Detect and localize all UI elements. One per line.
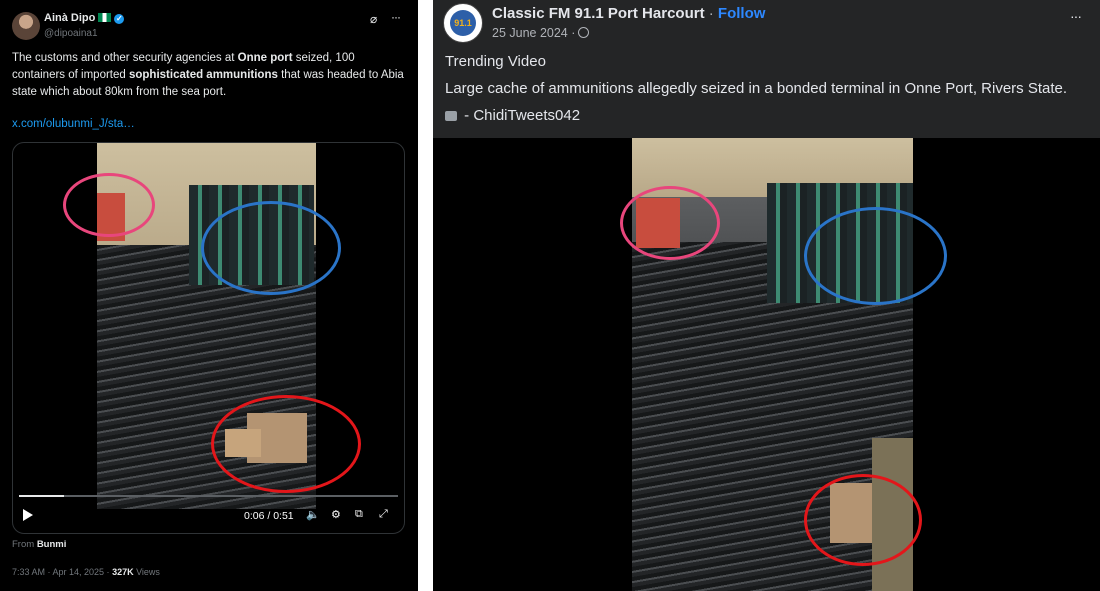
post-text-part: The customs and other security agencies … (12, 52, 238, 64)
post-text: The customs and other security agencies … (12, 50, 407, 101)
annotation-circle-red (211, 395, 361, 493)
pip-icon[interactable]: ⧉ (355, 508, 363, 521)
source-attribution: From Bunmi (12, 539, 66, 550)
x-post: Ainà Dipo ✓ @dipoaina1 ⌀ ··· The customs … (0, 0, 418, 591)
from-label: From (12, 539, 35, 550)
title-separator: · (704, 5, 718, 22)
post-date-text[interactable]: 25 June 2024 · (492, 26, 575, 40)
settings-icon[interactable]: ⚙ (331, 508, 341, 521)
verified-badge-icon: ✓ (114, 14, 125, 24)
page-avatar[interactable]: 91.1 (443, 3, 483, 43)
post-link[interactable]: x.com/olubunmi_J/sta… (12, 118, 135, 130)
post-timestamp[interactable]: 7:33 AM · Apr 14, 2025 · (12, 567, 112, 577)
annotation-circle-pink (63, 173, 155, 237)
more-icon[interactable]: ··· (1070, 8, 1082, 24)
author-handle[interactable]: @dipoaina1 (44, 28, 98, 39)
post-text-bold: Onne port (237, 52, 293, 64)
annotation-circle-blue (804, 207, 947, 305)
post-text-bold: sophisticated ammunitions (128, 69, 278, 81)
globe-icon (578, 27, 590, 38)
follow-button[interactable]: Follow (718, 5, 766, 22)
more-icon[interactable]: ··· (391, 10, 401, 24)
views-label: Views (133, 567, 160, 577)
facebook-post: 91.1 Classic FM 91.1 Port Harcourt · Fol… (433, 0, 1100, 591)
annotation-circle-pink (620, 186, 720, 260)
annotation-circle-red (804, 474, 922, 566)
avatar-logo: 91.1 (450, 10, 476, 36)
video-progress-fill (19, 495, 65, 497)
from-name[interactable]: Bunmi (37, 539, 67, 550)
volume-icon[interactable]: 🔈 (306, 508, 320, 521)
video-icon (445, 111, 457, 121)
video-player[interactable]: 0:06 / 0:51 🔈 ⚙ ⧉ ⤢ (12, 142, 405, 534)
post-header: 91.1 Classic FM 91.1 Port Harcourt · Fol… (433, 0, 1100, 138)
views-count: 327K (112, 567, 134, 577)
nigeria-flag-icon (98, 13, 112, 22)
post-date[interactable]: 25 June 2024 · (492, 26, 590, 40)
author-name[interactable]: Ainà Dipo ✓ (44, 12, 125, 24)
play-icon[interactable] (23, 509, 33, 521)
post-line-3: - ChidiTweets042 (445, 107, 580, 124)
grok-icon[interactable]: ⌀ (370, 12, 377, 26)
page-title: Classic FM 91.1 Port Harcourt · Follow (492, 5, 765, 22)
avatar[interactable] (12, 12, 40, 40)
post-line-2: Large cache of ammunitions allegedly sei… (445, 80, 1068, 97)
page-name[interactable]: Classic FM 91.1 Port Harcourt (492, 5, 705, 22)
post-credit: - ChidiTweets042 (460, 107, 581, 124)
annotation-circle-blue (201, 201, 341, 295)
video-progress-bar[interactable] (19, 495, 398, 497)
fullscreen-icon[interactable]: ⤢ (379, 508, 388, 521)
video-time: 0:06 / 0:51 (244, 510, 294, 522)
post-line-1: Trending Video (445, 53, 546, 70)
post-meta: 7:33 AM · Apr 14, 2025 · 327K Views (12, 567, 160, 577)
author-name-text[interactable]: Ainà Dipo (44, 12, 95, 24)
